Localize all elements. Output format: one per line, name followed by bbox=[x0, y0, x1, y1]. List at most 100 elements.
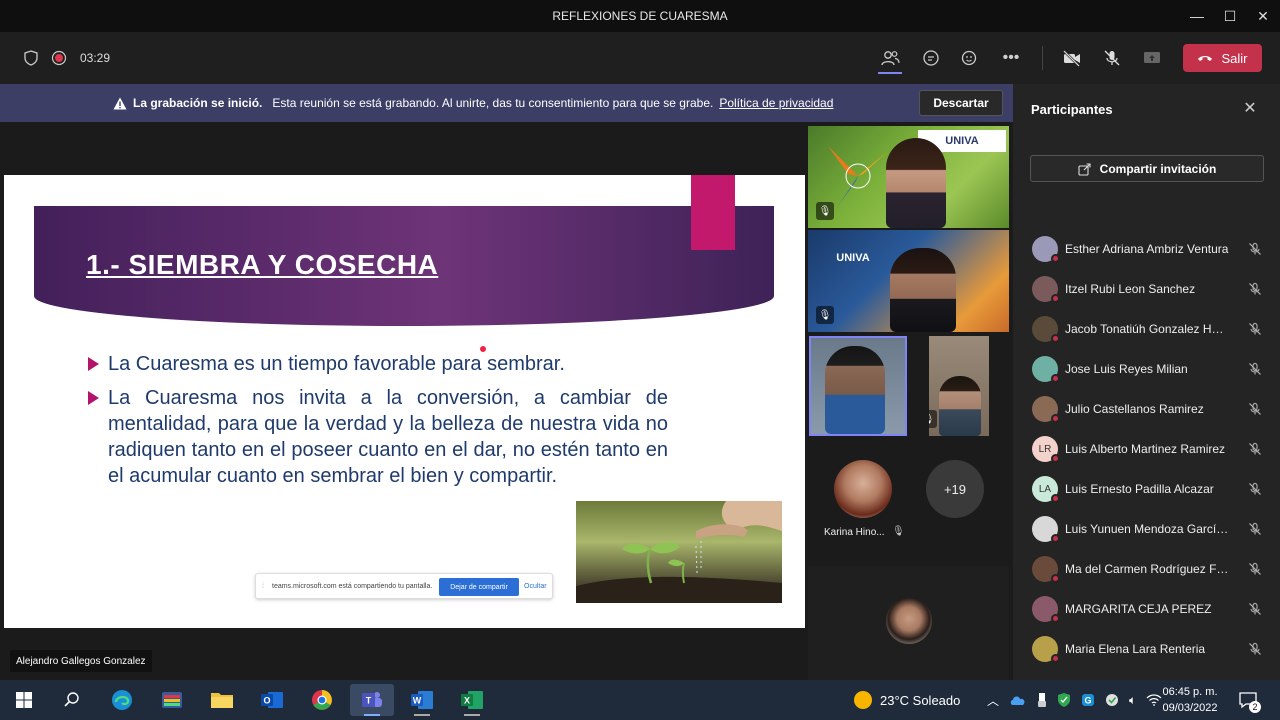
stop-sharing-button[interactable]: Dejar de compartir bbox=[439, 578, 519, 596]
word-icon[interactable]: W bbox=[400, 684, 444, 716]
outlook-icon[interactable]: O bbox=[250, 684, 294, 716]
share-icon bbox=[1078, 162, 1091, 176]
participant-name: Esther Adriana Ambriz Ventura bbox=[1065, 242, 1229, 256]
slide-decoration bbox=[691, 175, 735, 250]
notification-center-icon[interactable]: 2 bbox=[1238, 690, 1261, 713]
svg-text:G: G bbox=[1085, 696, 1092, 706]
share-invite-label: Compartir invitación bbox=[1099, 161, 1217, 176]
participant-name: MARGARITA CEJA PEREZ bbox=[1065, 602, 1212, 616]
camera-off-icon[interactable] bbox=[1060, 46, 1084, 70]
weather-widget[interactable]: 23°C Soleado bbox=[854, 680, 960, 720]
svg-text:W: W bbox=[413, 696, 422, 706]
app-tray-icon[interactable]: G bbox=[1081, 693, 1095, 707]
more-participants-button[interactable]: +19 bbox=[926, 460, 984, 518]
participant-row[interactable]: Julio Castellanos Ramirez bbox=[1013, 389, 1280, 429]
participant-row[interactable]: Itzel Rubi Leon Sanchez bbox=[1013, 269, 1280, 309]
participant-row[interactable]: Ma del Carmen Rodríguez Fermá... bbox=[1013, 549, 1280, 589]
shield-icon[interactable] bbox=[19, 46, 43, 70]
chrome-icon[interactable] bbox=[300, 684, 344, 716]
mic-off-icon[interactable] bbox=[1247, 561, 1263, 577]
mic-off-icon[interactable] bbox=[1247, 281, 1263, 297]
security-icon[interactable] bbox=[1057, 692, 1071, 708]
mic-off-icon[interactable] bbox=[1247, 481, 1263, 497]
mic-off-icon[interactable] bbox=[1247, 321, 1263, 337]
search-icon[interactable] bbox=[50, 684, 94, 716]
presence-status-icon bbox=[1051, 414, 1060, 423]
avatar-initials: LR bbox=[1038, 443, 1052, 455]
minimize-button[interactable]: — bbox=[1179, 0, 1215, 32]
mic-off-icon[interactable] bbox=[1247, 361, 1263, 377]
participant-row[interactable]: Jacob Tonatiúh Gonzalez Herrera bbox=[1013, 309, 1280, 349]
participant-row[interactable]: Maria Elena Lara Renteria bbox=[1013, 629, 1280, 669]
participant-name: Luis Yunuen Mendoza García de... bbox=[1065, 522, 1230, 536]
mic-off-icon[interactable] bbox=[1247, 641, 1263, 657]
video-tile[interactable]: UNIVA 🎙︎ bbox=[808, 126, 1009, 228]
mic-off-icon[interactable] bbox=[1247, 401, 1263, 417]
banner-heading: La grabación se inició. bbox=[133, 96, 263, 110]
teams-icon[interactable]: T bbox=[350, 684, 394, 716]
mic-off-icon[interactable] bbox=[1100, 46, 1124, 70]
participant-row[interactable]: Luis Yunuen Mendoza García de... bbox=[1013, 509, 1280, 549]
mic-off-icon[interactable] bbox=[1247, 441, 1263, 457]
clock[interactable]: 06:45 p. m. 09/03/2022 bbox=[1150, 684, 1230, 716]
participant-row[interactable]: MARGARITA CEJA PEREZ bbox=[1013, 589, 1280, 629]
avatar bbox=[1032, 516, 1060, 543]
windows-start-icon[interactable] bbox=[2, 684, 46, 716]
avatar bbox=[1032, 316, 1060, 343]
edge-icon[interactable] bbox=[100, 684, 144, 716]
privacy-policy-link[interactable]: Política de privacidad bbox=[719, 96, 833, 110]
participant-row[interactable]: LR Luis Alberto Martinez Ramirez bbox=[1013, 429, 1280, 469]
more-options-icon[interactable]: ••• bbox=[999, 46, 1023, 70]
participant-row[interactable]: Jose Luis Reyes Milian bbox=[1013, 349, 1280, 389]
avatar: LR bbox=[1032, 436, 1060, 463]
participant-row[interactable]: LA Luis Ernesto Padilla Alcazar bbox=[1013, 469, 1280, 509]
warning-icon bbox=[113, 97, 127, 109]
excel-icon[interactable]: X bbox=[450, 684, 494, 716]
slide-bullet: La Cuaresma nos invita a la conversión, … bbox=[88, 385, 668, 489]
avatar[interactable] bbox=[834, 460, 892, 518]
leave-button[interactable]: Salir bbox=[1183, 44, 1262, 72]
video-tile[interactable]: 🎙︎ bbox=[929, 336, 989, 436]
mic-off-icon[interactable] bbox=[1247, 521, 1263, 537]
share-tray-icon[interactable] bbox=[1140, 46, 1164, 70]
drag-handle-icon[interactable]: ⁞ bbox=[262, 583, 264, 590]
participant-name: Julio Castellanos Ramirez bbox=[1065, 402, 1204, 416]
self-avatar[interactable] bbox=[886, 598, 932, 644]
presence-status-icon bbox=[1051, 654, 1060, 663]
avatar-initials: LA bbox=[1038, 483, 1052, 495]
participant-list: Esther Adriana Ambriz Ventura Itzel Rubi … bbox=[1013, 229, 1280, 669]
participant-row[interactable]: Esther Adriana Ambriz Ventura bbox=[1013, 229, 1280, 269]
close-window-button[interactable]: ✕ bbox=[1245, 0, 1280, 32]
dismiss-button[interactable]: Descartar bbox=[919, 90, 1003, 116]
system-tray: ︿ G 🔈︎ bbox=[987, 680, 1162, 720]
sun-icon bbox=[854, 691, 872, 709]
univa-logo: UNIVA bbox=[820, 248, 886, 268]
chevron-up-icon[interactable]: ︿ bbox=[987, 692, 999, 709]
onedrive-icon[interactable] bbox=[1009, 694, 1027, 706]
chat-icon[interactable] bbox=[919, 46, 943, 70]
avatar bbox=[1032, 356, 1060, 383]
hide-share-bar-link[interactable]: Ocultar bbox=[524, 583, 547, 590]
volume-icon[interactable]: 🔈︎ bbox=[1129, 693, 1136, 708]
panel-title: Participantes bbox=[1031, 102, 1113, 117]
participants-icon[interactable] bbox=[878, 46, 902, 74]
photos-app-icon[interactable] bbox=[150, 684, 194, 716]
mic-off-icon[interactable] bbox=[1247, 601, 1263, 617]
file-explorer-icon[interactable] bbox=[200, 684, 244, 716]
avatar bbox=[1032, 636, 1060, 663]
video-tile[interactable]: UNIVA 🎙︎ bbox=[808, 230, 1009, 332]
usb-icon[interactable] bbox=[1037, 692, 1047, 708]
participant-name: Maria Elena Lara Renteria bbox=[1065, 642, 1206, 656]
leave-label: Salir bbox=[1221, 50, 1248, 66]
video-tile-active-speaker[interactable] bbox=[809, 336, 907, 436]
slide-title: 1.- SIEMBRA Y COSECHA bbox=[86, 249, 439, 280]
close-icon[interactable]: ✕ bbox=[1241, 99, 1259, 117]
reactions-icon[interactable] bbox=[958, 46, 982, 70]
share-invite-button[interactable]: Compartir invitación bbox=[1030, 155, 1264, 182]
participant-name: Luis Ernesto Padilla Alcazar bbox=[1065, 482, 1214, 496]
mic-off-icon[interactable] bbox=[1247, 241, 1263, 257]
presenter-name-tag: Alejandro Gallegos Gonzalez bbox=[10, 650, 152, 672]
presence-status-icon bbox=[1051, 454, 1060, 463]
maximize-button[interactable]: ☐ bbox=[1212, 0, 1248, 32]
vpn-icon[interactable] bbox=[1105, 693, 1119, 707]
